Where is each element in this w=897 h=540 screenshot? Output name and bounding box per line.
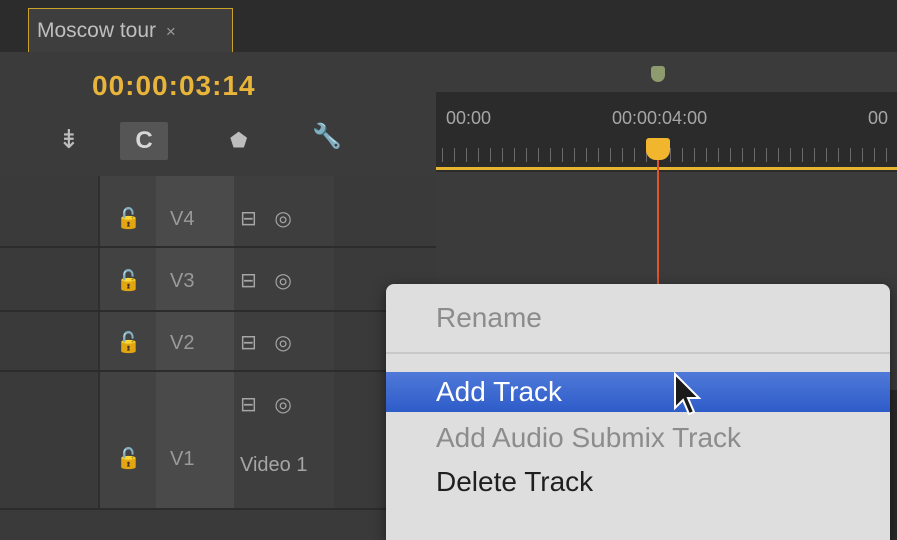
track-footer [0, 510, 436, 540]
track-toggle-icons[interactable]: ⊟ ◎ [240, 268, 298, 293]
menu-item-delete-track[interactable]: Delete Track [386, 462, 890, 502]
track-row-v4[interactable] [0, 176, 436, 248]
ruler-label: 00 [868, 108, 889, 128]
marker-icon[interactable]: ⬟ [230, 128, 247, 153]
track-label-v1[interactable]: V1 [170, 448, 194, 471]
track-row-v1[interactable] [0, 372, 436, 510]
track-label-v4[interactable]: V4 [170, 208, 194, 231]
lock-icon[interactable]: 🔓 [116, 268, 141, 293]
lock-icon[interactable]: 🔓 [116, 330, 141, 355]
ruler-label: 00:00 [446, 108, 492, 128]
close-icon[interactable]: × [166, 22, 176, 41]
tab-moscow-tour[interactable]: Moscow tour × [28, 8, 233, 52]
track-toggle-icons[interactable]: ⊟ ◎ [240, 206, 298, 231]
playhead-timecode[interactable]: 00:00:03:14 [92, 70, 256, 102]
wrench-icon[interactable]: 🔧 [312, 122, 342, 151]
tab-title: Moscow tour [37, 19, 157, 42]
playhead-handle[interactable] [646, 138, 670, 160]
sequence-marker-icon[interactable] [651, 66, 665, 82]
menu-item-rename: Rename [436, 302, 542, 333]
work-area-bar[interactable] [436, 167, 897, 170]
lock-icon[interactable]: 🔓 [116, 446, 141, 471]
track-label-v2[interactable]: V2 [170, 332, 194, 355]
menu-item-add-audio-submix-track: Add Audio Submix Track [436, 422, 742, 453]
menu-item-add-track[interactable]: Add Track [386, 372, 890, 412]
track-context-menu: Rename Add Track Add Audio Submix Track … [386, 284, 890, 540]
track-label-v3[interactable]: V3 [170, 270, 194, 293]
track-row-v2[interactable] [0, 312, 436, 372]
track-toggle-icons[interactable]: ⊟ ◎ [240, 392, 298, 417]
snap-icon[interactable]: C [120, 122, 168, 160]
mouse-cursor-icon [674, 372, 702, 416]
track-toggle-icons[interactable]: ⊟ ◎ [240, 330, 298, 355]
track-name-video-1[interactable]: Video 1 [240, 454, 307, 477]
ruler-label: 00:00:04:00 [612, 108, 708, 128]
track-row-v3[interactable] [0, 248, 436, 312]
insert-track-icon[interactable]: ⇟ [58, 124, 80, 155]
lock-icon[interactable]: 🔓 [116, 206, 141, 231]
menu-separator [386, 352, 890, 354]
